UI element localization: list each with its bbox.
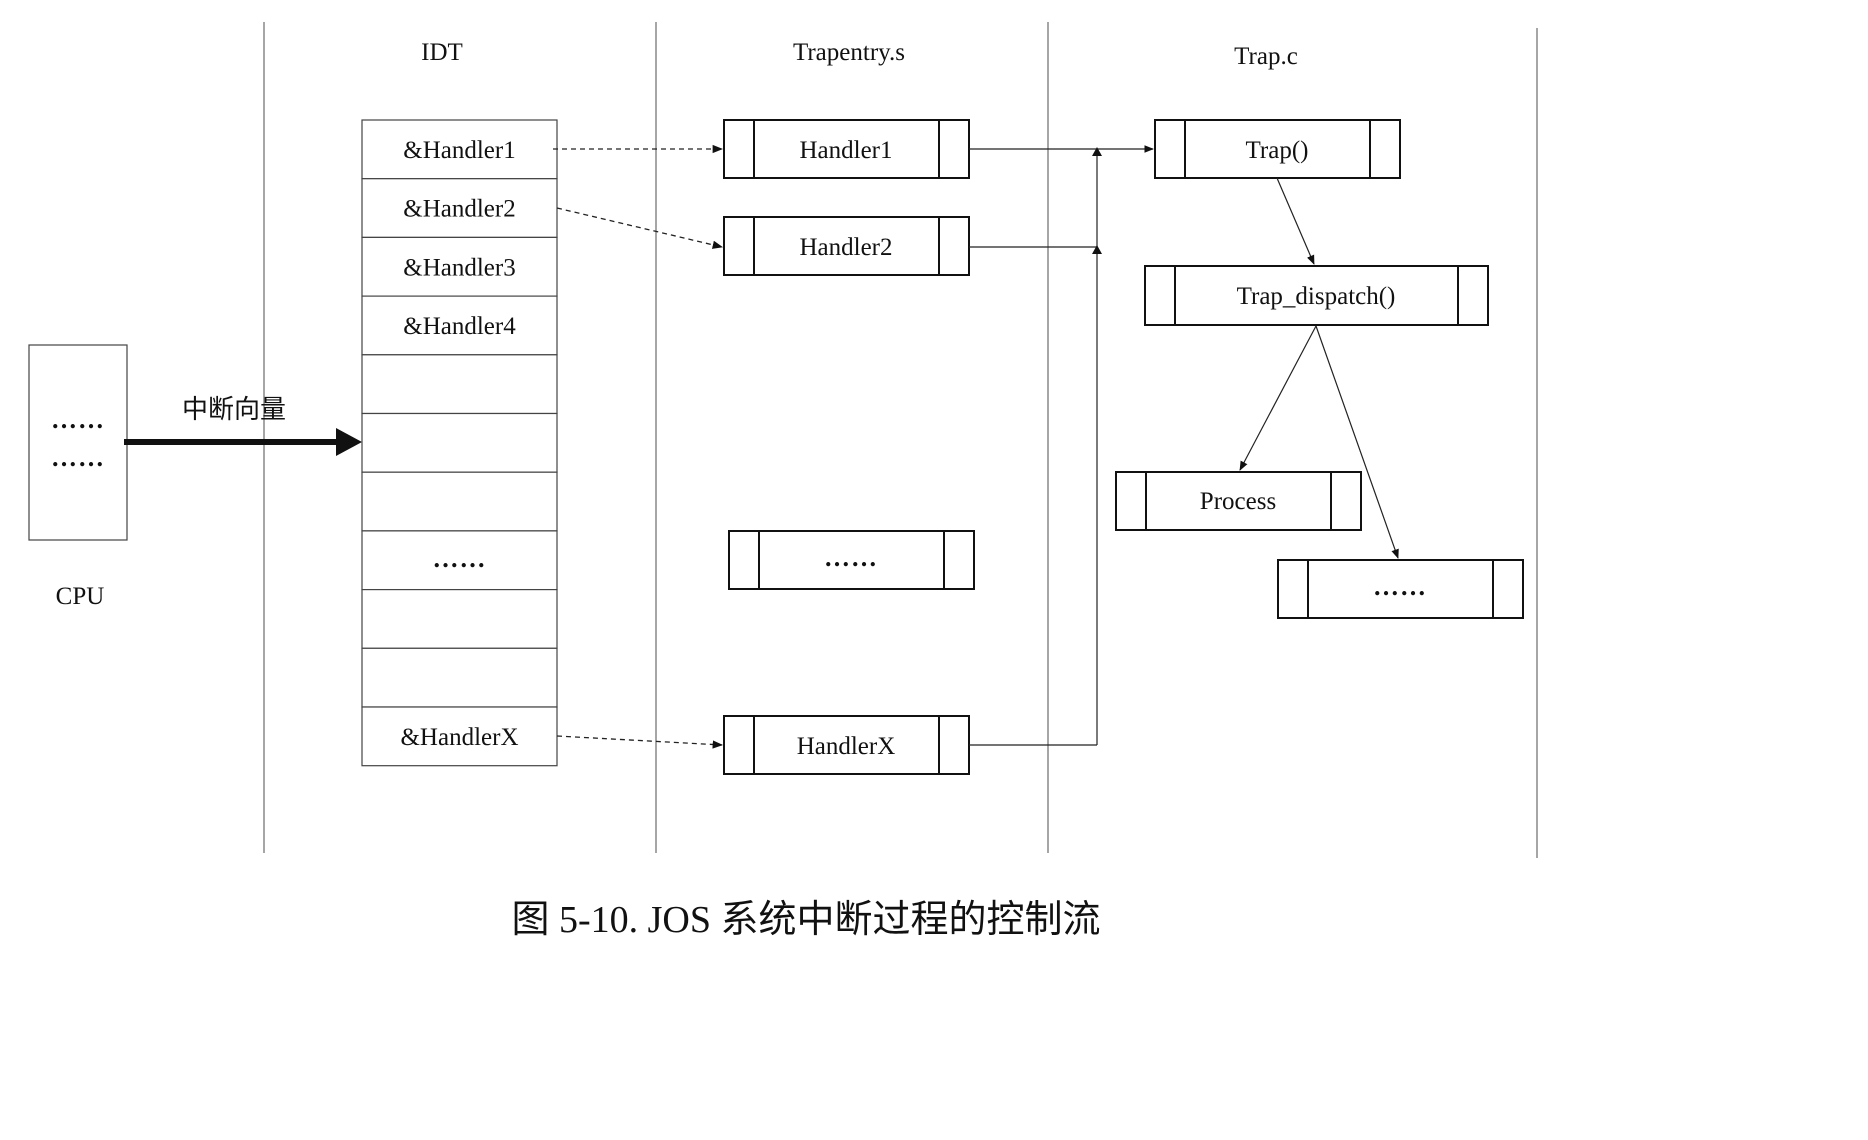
idt-row: &Handler4 xyxy=(361,295,558,356)
idt-row-label: &Handler3 xyxy=(403,254,515,281)
column-title-trap: Trap.c xyxy=(1234,43,1298,70)
idt-row-label: &HandlerX xyxy=(400,724,518,751)
trap-dispatch-label: Trap_dispatch() xyxy=(1237,283,1396,310)
handler-label-1: Handler1 xyxy=(799,137,892,164)
idt-row: &Handler2 xyxy=(361,178,558,238)
handler-box-1: Handler1 xyxy=(723,119,970,179)
process-label: Process xyxy=(1200,488,1276,515)
idt-row xyxy=(361,588,558,649)
jos-interrupt-diagram: IDT Trapentry.s Trap.c …… …… CPU 中断向量 &H… xyxy=(28,22,1538,941)
idt-row: &Handler1 xyxy=(361,119,558,180)
handler-box-x: HandlerX xyxy=(723,715,970,775)
dispatch-to-process-connector xyxy=(1239,325,1317,471)
trap-function-label: Trap() xyxy=(1246,137,1309,164)
dispatch-other-label: …… xyxy=(1373,572,1427,601)
handler-box-2: Handler2 xyxy=(723,216,970,276)
interrupt-vector-arrow: 中断向量 xyxy=(124,395,362,456)
column-title-trapentry: Trapentry.s xyxy=(793,39,905,66)
idt-row-label: …… xyxy=(433,544,487,573)
figure-caption: 图 5-10. JOS 系统中断过程的控制流 xyxy=(511,899,1100,941)
cpu-label: CPU xyxy=(56,583,105,610)
idt-row xyxy=(361,471,558,532)
handlers-to-trap-connector xyxy=(969,145,1154,746)
idt-row xyxy=(361,354,558,415)
idt-row xyxy=(361,647,558,708)
column-title-idt: IDT xyxy=(421,39,463,66)
idt-to-handler2-connector xyxy=(556,207,724,249)
idt-row-label: &Handler2 xyxy=(403,196,515,223)
cpu-block: …… …… CPU xyxy=(28,344,128,610)
idt-row xyxy=(361,412,558,473)
trap-dispatch-box: Trap_dispatch() xyxy=(1144,265,1489,326)
handler-label-2: Handler2 xyxy=(799,234,892,261)
idt-row-label: &Handler4 xyxy=(403,313,516,340)
handler-label-x: HandlerX xyxy=(797,733,896,760)
handler-label-dots: …… xyxy=(824,543,878,572)
idt-row: …… xyxy=(361,530,558,591)
cpu-dots-bottom: …… xyxy=(51,443,105,472)
cpu-dots-top: …… xyxy=(51,405,105,434)
trap-function-box: Trap() xyxy=(1154,119,1401,179)
interrupt-vector-label: 中断向量 xyxy=(182,395,286,425)
handler-box-dots: …… xyxy=(728,530,975,590)
dispatch-other-box: …… xyxy=(1277,559,1524,619)
process-box: Process xyxy=(1115,471,1362,531)
idt-row: &Handler3 xyxy=(361,236,558,297)
idt-row: &HandlerX xyxy=(361,706,558,767)
idt-to-handlerx-connector xyxy=(556,735,724,749)
idt-table: &Handler1&Handler2&Handler3&Handler4 …… &H… xyxy=(361,119,558,767)
trap-to-dispatch-connector xyxy=(1276,177,1315,265)
idt-row-label: &Handler1 xyxy=(403,137,515,164)
